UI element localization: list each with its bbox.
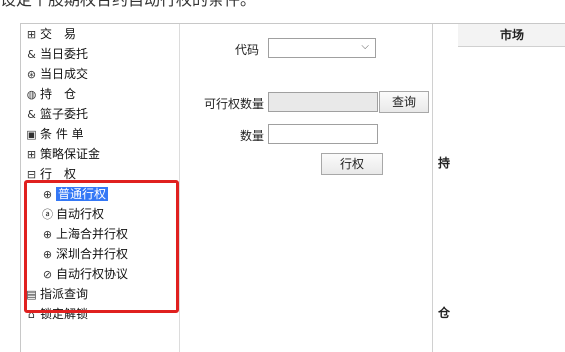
tree-item-sh-merge-exercise[interactable]: ⊕ 上海合并行权 (41, 224, 128, 244)
yen-icon: ⊛ (26, 68, 37, 81)
exercise-icon: ⊕ (42, 248, 53, 261)
side-tab-char-bottom: 仓 (438, 306, 451, 320)
quantity-field[interactable] (268, 124, 378, 144)
function-tree: ⊞ 交 易 & 当日委托 ⊛ 当日成交 ◍ 持 仓 & 篮子委托 ▣ 条 件 单 ⊞ 策略保证… (21, 24, 180, 352)
tree-item-assignment-query[interactable]: ▤ 指派查询 (25, 284, 88, 304)
tree-item-today-deals[interactable]: ⊛ 当日成交 (25, 64, 88, 84)
expand-icon[interactable]: ⊞ (25, 145, 38, 165)
tree-item-positions[interactable]: ◍ 持 仓 (25, 84, 76, 104)
positions-table: 市场 (458, 24, 565, 352)
users-icon: & (27, 48, 36, 61)
tree-item-label: 篮子委托 (40, 107, 89, 121)
chevron-down-icon[interactable]: ⌵ (361, 41, 369, 52)
tree-item-label: 锁定解锁 (40, 307, 89, 321)
users-icon: & (27, 108, 36, 121)
tree-item-exercise[interactable]: ⊟ 行 权 (25, 164, 76, 184)
page-caption: 设定个股期权合约自动行权的条件。 (0, 0, 565, 11)
tree-item-label: 自动行权协议 (56, 267, 129, 281)
tree-item-normal-exercise[interactable]: ⊕ 普通行权 (41, 184, 109, 204)
tree-item-label: 行 权 (40, 167, 77, 181)
tree-item-label: 当日成交 (40, 67, 89, 81)
exercise-icon: ⊕ (42, 228, 53, 241)
tree-item-label: 交 易 (40, 27, 77, 41)
code-select[interactable]: ⌵ (268, 38, 376, 58)
exercisable-quantity-field (268, 92, 378, 112)
tree-item-conditional-orders[interactable]: ▣ 条 件 单 (25, 124, 84, 144)
grid-icon: ▣ (26, 128, 37, 141)
quantity-label: 数量 (239, 129, 264, 143)
tree-item-label: 普通行权 (56, 187, 109, 201)
positions-side-tab[interactable]: 持 仓 (432, 24, 460, 352)
query-button[interactable]: 查询 (379, 91, 429, 113)
tree-item-label: 深圳合并行权 (56, 247, 129, 261)
tree-item-label: 持 仓 (40, 87, 77, 101)
tree-item-today-orders[interactable]: & 当日委托 (25, 44, 88, 64)
tree-item-label: 条 件 单 (40, 127, 84, 141)
side-tab-char-top: 持 (438, 156, 451, 170)
exercise-icon: ⊕ (42, 188, 53, 201)
tree-item-label: 自动行权 (56, 207, 105, 221)
tree-item-trade[interactable]: ⊞ 交 易 (25, 24, 76, 44)
auto-icon: ⓐ (42, 208, 53, 221)
tree-item-label: 当日委托 (40, 47, 89, 61)
trading-window: ⊞ 交 易 & 当日委托 ⊛ 当日成交 ◍ 持 仓 & 篮子委托 ▣ 条 件 单 ⊞ 策略保证… (20, 23, 565, 352)
exercisable-quantity-label: 可行权数量 (203, 97, 264, 111)
tree-item-sz-merge-exercise[interactable]: ⊕ 深圳合并行权 (41, 244, 128, 264)
tree-item-label: 上海合并行权 (56, 227, 129, 241)
globe-icon: ◍ (26, 88, 37, 101)
tree-item-label: 策略保证金 (40, 147, 101, 161)
tree-item-basket-orders[interactable]: & 篮子委托 (25, 104, 88, 124)
collapse-icon[interactable]: ⊟ (25, 165, 38, 185)
exercise-button[interactable]: 行权 (321, 153, 383, 175)
code-label: 代码 (234, 43, 259, 57)
expand-icon[interactable]: ⊞ (25, 25, 38, 45)
lock-icon: ⌂ (28, 308, 35, 321)
document-icon: ▤ (26, 288, 37, 301)
tree-item-auto-exercise[interactable]: ⓐ 自动行权 (41, 204, 104, 224)
column-header-market[interactable]: 市场 (458, 24, 565, 47)
exercise-form: 代码 ⌵ 可行权数量 查询 数量 行权 (179, 24, 451, 352)
tree-item-strategy-margin[interactable]: ⊞ 策略保证金 (25, 144, 100, 164)
tree-item-label: 指派查询 (40, 287, 89, 301)
tree-item-auto-exercise-agreement[interactable]: ⊘ 自动行权协议 (41, 264, 128, 284)
tree-item-lock-unlock[interactable]: ⌂ 锁定解锁 (25, 304, 88, 324)
agreement-icon: ⊘ (42, 268, 53, 281)
